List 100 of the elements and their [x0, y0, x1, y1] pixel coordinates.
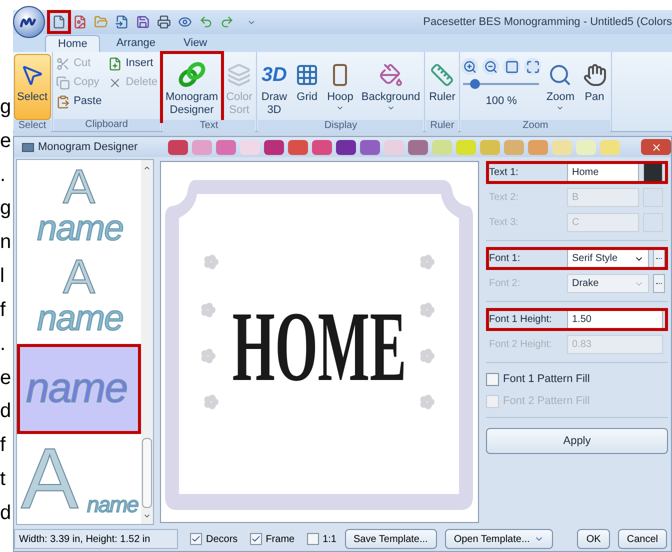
palette-swatch[interactable]	[408, 140, 428, 154]
ribbon-button[interactable]: Zoom	[543, 54, 578, 120]
palette-swatch[interactable]	[288, 140, 308, 154]
quick-access-button[interactable]	[155, 13, 173, 31]
document-text-fragment: n	[0, 231, 12, 254]
scrollbar[interactable]	[141, 160, 154, 524]
checkbox[interactable]	[250, 533, 262, 545]
text-field[interactable]: Home	[567, 163, 639, 182]
dialog-button[interactable]: Open Template...	[444, 529, 553, 549]
embroidered-text: HOME	[232, 297, 407, 397]
field-label: Text 3:	[489, 216, 520, 230]
height-field[interactable]: 1.50	[567, 310, 663, 329]
ribbon-button[interactable]: Paste	[54, 92, 104, 111]
ribbon-tab[interactable]: Arrange	[104, 35, 168, 52]
ribbon-group-label: Zoom	[461, 120, 610, 132]
document-text-fragment: .	[0, 164, 7, 186]
zoom-slider[interactable]	[463, 79, 540, 89]
zoom-tool-button[interactable]	[524, 58, 542, 75]
field-label: Text 1:	[489, 166, 520, 180]
ribbon-button[interactable]: Select	[14, 54, 51, 120]
monogram-letter: A	[63, 254, 96, 302]
ribbon-button[interactable]: Monogram Designer	[162, 54, 222, 120]
ribbon-group-label: Text	[162, 120, 256, 132]
ribbon-button[interactable]: Ruler	[426, 54, 458, 120]
palette-swatch[interactable]	[552, 140, 572, 154]
close-icon	[650, 142, 662, 152]
zoom-out-icon	[484, 60, 498, 74]
flower-icon	[420, 348, 435, 364]
ribbon-button[interactable]: Insert	[106, 54, 160, 73]
color-swatch[interactable]	[643, 163, 663, 182]
flower-icon	[202, 302, 216, 318]
palette-swatch[interactable]	[312, 140, 332, 154]
field-label: Font 1 Height:	[489, 313, 553, 327]
palette-swatch[interactable]	[336, 140, 356, 154]
document-text-fragment: l	[0, 265, 6, 288]
palette-swatch[interactable]	[600, 140, 620, 154]
field-label: Font 2:	[489, 277, 522, 291]
checkbox[interactable]	[190, 533, 202, 545]
dialog-button[interactable]: Cancel	[618, 529, 667, 549]
palette-swatch[interactable]	[168, 140, 188, 154]
quick-access-button[interactable]	[134, 13, 152, 31]
palette-swatch[interactable]	[576, 140, 596, 154]
palette-swatch[interactable]	[216, 140, 236, 154]
slider-thumb[interactable]	[470, 79, 480, 89]
palette-swatch[interactable]	[432, 140, 452, 154]
document-text-fragment: e	[0, 366, 12, 389]
paint-bucket-icon	[378, 63, 403, 87]
color-swatch[interactable]	[643, 213, 663, 232]
palette-swatch[interactable]	[504, 140, 524, 154]
ribbon-tab[interactable]: View	[171, 35, 220, 52]
zoom-tool-button[interactable]	[503, 58, 520, 75]
quick-access-button[interactable]	[50, 13, 68, 31]
apply-button[interactable]: Apply	[486, 428, 668, 454]
checkbox-label: Frame	[266, 532, 295, 546]
palette-swatch[interactable]	[528, 140, 548, 154]
scissors-icon	[56, 56, 70, 70]
close-button[interactable]	[641, 139, 671, 155]
ribbon-button[interactable]: Pan	[580, 54, 610, 120]
ribbon-button[interactable]: Background	[358, 54, 424, 120]
zoom-tool-button[interactable]	[461, 58, 478, 75]
checkbox[interactable]	[486, 372, 499, 386]
more-button[interactable]	[653, 249, 665, 268]
scroll-up-icon[interactable]	[143, 164, 152, 172]
monogram-letter: A	[21, 436, 78, 522]
square-icon	[504, 60, 519, 74]
color-swatch[interactable]	[643, 188, 663, 207]
checkbox-label: Font 1 Pattern Fill	[503, 372, 590, 387]
flower-icon	[420, 302, 435, 318]
palette-swatch[interactable]	[480, 140, 500, 154]
palette-swatch[interactable]	[384, 140, 404, 154]
fit-icon	[526, 60, 540, 74]
size-status: Width: 3.39 in, Height: 1.52 in	[14, 529, 178, 549]
dialog-button[interactable]: Save Template...	[344, 529, 437, 549]
zoom-tool-button[interactable]	[482, 58, 500, 75]
monogram-name: name	[26, 367, 128, 409]
palette-swatch[interactable]	[192, 140, 212, 154]
scroll-thumb[interactable]	[142, 438, 152, 508]
ribbon-tab[interactable]: Home	[45, 35, 100, 52]
palette-swatch[interactable]	[240, 140, 260, 154]
scroll-down-icon[interactable]	[143, 512, 152, 520]
checkbox[interactable]	[306, 533, 319, 545]
dialog-button[interactable]: OK	[577, 529, 610, 549]
document-text-fragment: g	[0, 197, 12, 220]
document-text-fragment: .	[0, 332, 7, 355]
file-plus-icon	[108, 56, 122, 70]
document-text-fragment: f	[0, 298, 7, 321]
grid-icon	[295, 63, 320, 87]
print-icon	[157, 15, 171, 29]
design-canvas[interactable]: HOME	[160, 161, 479, 523]
ribbon-button[interactable]: 3D Draw 3D	[258, 54, 290, 120]
check-icon	[191, 534, 201, 544]
font-dropdown[interactable]: Serif Style	[567, 249, 649, 268]
window-icon	[22, 142, 34, 152]
palette-swatch[interactable]	[456, 140, 476, 154]
ribbon-button[interactable]: Hoop	[324, 54, 356, 120]
dialog-title: Monogram Designer	[38, 140, 138, 155]
palette-swatch[interactable]	[360, 140, 380, 154]
ribbon-button[interactable]: Grid	[292, 54, 322, 120]
document-text-fragment: t	[0, 468, 7, 490]
palette-swatch[interactable]	[264, 140, 284, 154]
